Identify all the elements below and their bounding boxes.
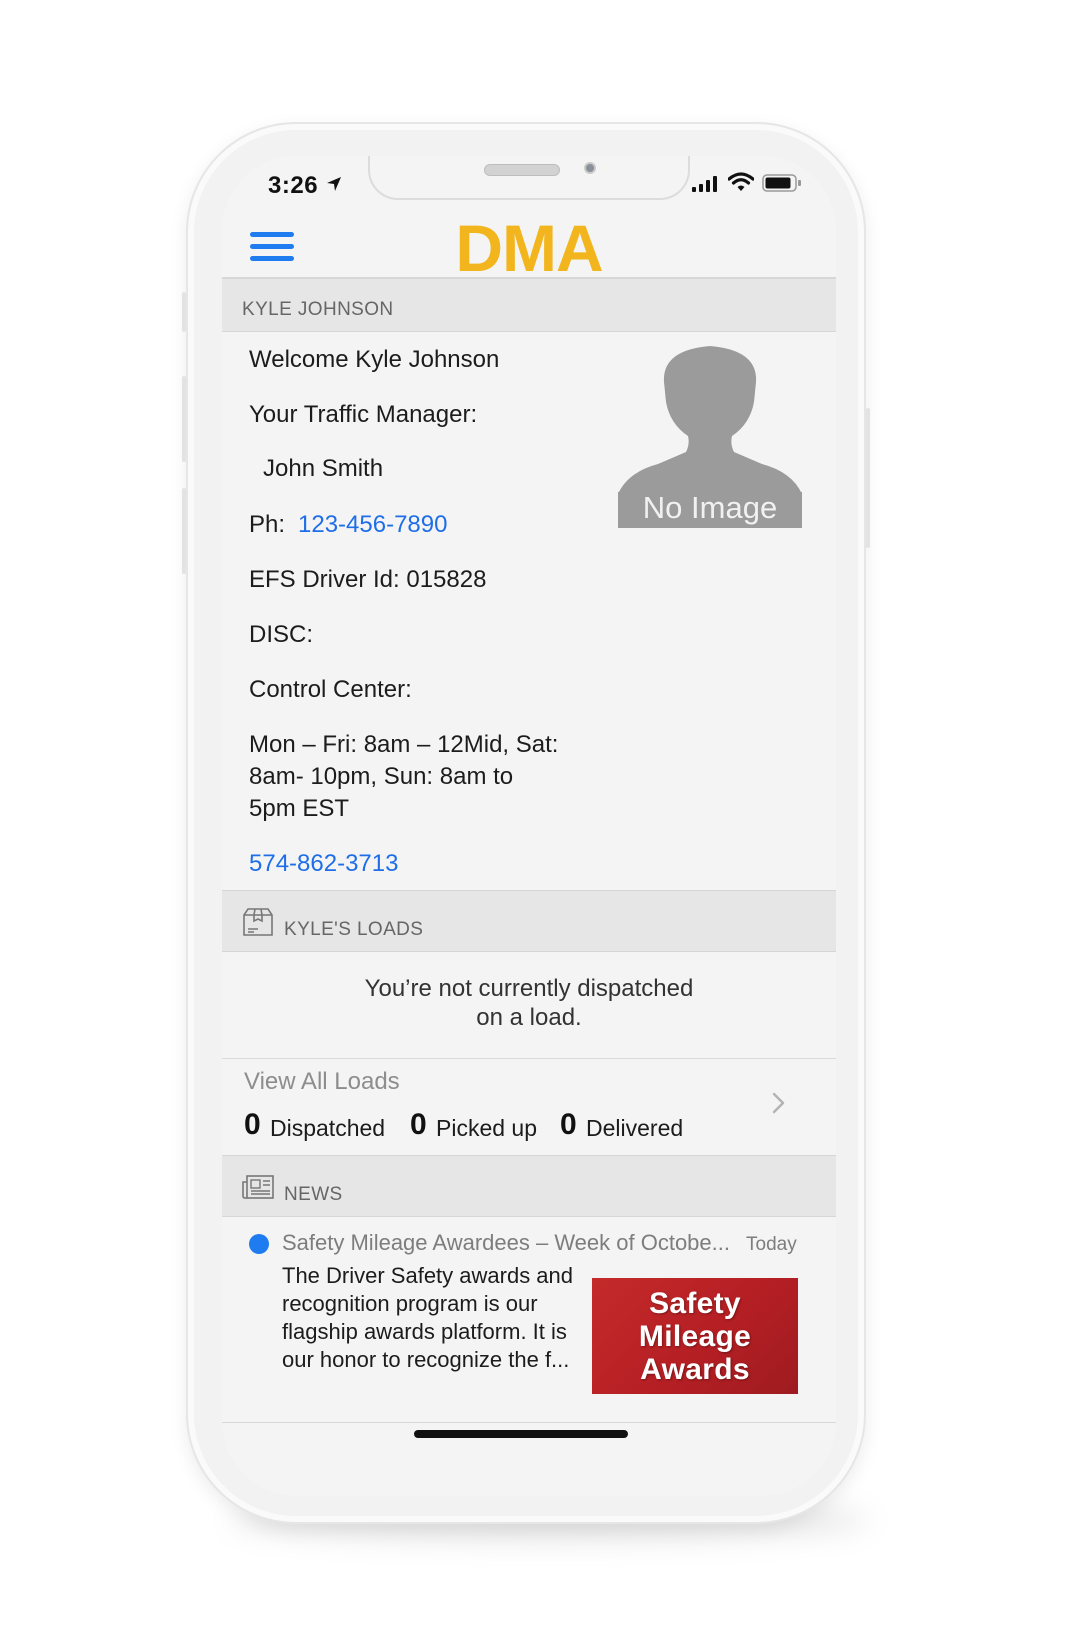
news-item-date: Today: [746, 1234, 797, 1255]
delivered-count: 0: [560, 1108, 577, 1141]
box-icon: [243, 908, 273, 936]
traffic-manager-phone-link[interactable]: 123-456-7890: [298, 511, 447, 539]
phone-label: Ph:: [249, 511, 286, 538]
battery-icon: [762, 174, 801, 192]
loads-section-header: KYLE'S LOADS: [222, 890, 836, 952]
unread-dot-icon: [249, 1234, 269, 1254]
disc-text: DISC:: [249, 621, 314, 648]
dispatched-label: Dispatched: [270, 1115, 386, 1141]
power-button: [866, 408, 870, 548]
profile-section-header: KYLE JOHNSON: [222, 278, 836, 332]
news-item-title: Safety Mileage Awardees – Week of Octobe…: [282, 1230, 730, 1255]
home-indicator[interactable]: [414, 1430, 628, 1438]
hours-line-1: Mon – Fri: 8am – 12Mid, Sat:: [249, 731, 559, 758]
news-divider: [222, 1422, 836, 1423]
phone-screen: 3:26 DMA KYLE JOHNSON Welcome Kyle Johns…: [222, 156, 836, 1496]
avatar-label: No Image: [642, 490, 778, 525]
picked-up-count: 0: [410, 1108, 427, 1141]
hours-line-2: 8am- 10pm, Sun: 8am to: [249, 763, 514, 790]
no-load-message: You’re not currently dispatched on a loa…: [364, 975, 694, 1031]
news-section-title: NEWS: [284, 1184, 343, 1205]
hours-line-3: 5pm EST: [249, 795, 350, 822]
chevron-right-icon: [772, 1092, 785, 1114]
status-time: 3:26: [268, 172, 319, 199]
newspaper-icon: [242, 1175, 274, 1199]
news-section-header: NEWS: [222, 1155, 836, 1217]
volume-up-button: [182, 376, 186, 462]
view-all-loads-label: View All Loads: [244, 1068, 400, 1095]
picked-up-label: Picked up: [436, 1115, 538, 1141]
wifi-icon: [728, 172, 754, 191]
delivered-label: Delivered: [586, 1115, 684, 1141]
speaker-grille: [484, 164, 560, 176]
location-arrow-icon: [327, 177, 341, 191]
status-bar: 3:26: [222, 156, 836, 212]
traffic-manager-name: John Smith: [263, 455, 384, 482]
traffic-manager-label: Your Traffic Manager:: [249, 401, 478, 428]
volume-down-button: [182, 488, 186, 574]
front-camera: [584, 162, 596, 174]
app-header: DMA: [222, 211, 836, 285]
driver-id-text: EFS Driver Id: 015828: [249, 566, 487, 593]
news-item-thumbnail: Safety Mileage Awards: [592, 1278, 798, 1394]
app-logo: DMA: [455, 211, 603, 285]
control-center-phone-link[interactable]: 574-862-3713: [249, 850, 398, 878]
dispatched-count: 0: [244, 1108, 261, 1141]
profile-section-title: KYLE JOHNSON: [242, 299, 394, 320]
loads-section-title: KYLE'S LOADS: [284, 919, 424, 940]
mute-switch: [182, 292, 186, 332]
welcome-text: Welcome Kyle Johnson: [249, 346, 500, 373]
control-center-label: Control Center:: [249, 676, 412, 703]
notch: [368, 156, 690, 200]
news-item-body: The Driver Safety awards and recognition…: [282, 1263, 574, 1372]
cellular-signal-icon: [692, 176, 717, 192]
